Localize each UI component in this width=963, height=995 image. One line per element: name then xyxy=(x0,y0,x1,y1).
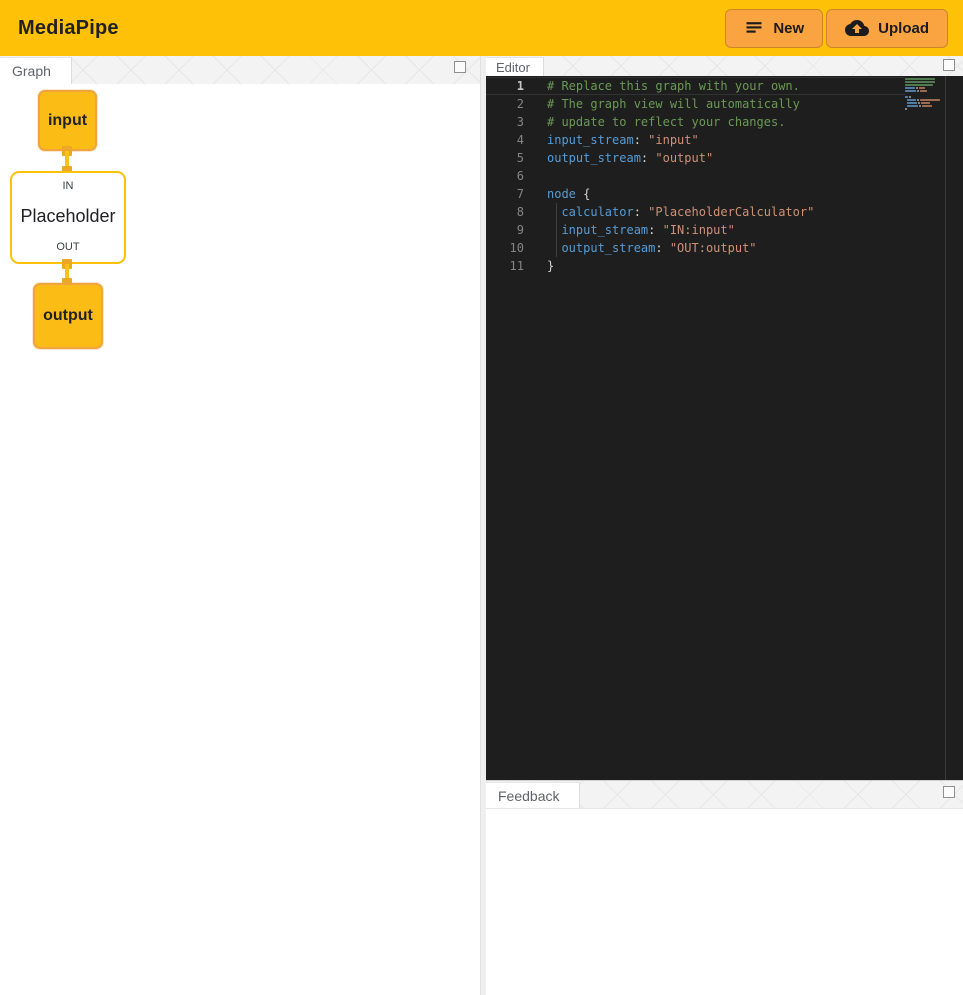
header-actions: New Upload xyxy=(725,9,948,48)
line-number: 6 xyxy=(486,167,524,185)
minimap-row xyxy=(905,96,943,98)
code-line[interactable]: 4input_stream: "input" xyxy=(486,131,905,149)
code-line[interactable]: 2# The graph view will automatically xyxy=(486,95,905,113)
graph-node-placeholder[interactable]: IN Placeholder OUT xyxy=(10,171,126,264)
line-number: 11 xyxy=(486,257,524,275)
graph-expand-icon[interactable] xyxy=(454,61,466,73)
graph-node-input-label: input xyxy=(48,112,87,130)
code-text: calculator: "PlaceholderCalculator" xyxy=(524,203,814,221)
line-number: 4 xyxy=(486,131,524,149)
upload-button[interactable]: Upload xyxy=(826,9,948,48)
line-number: 9 xyxy=(486,221,524,239)
editor-expand-icon[interactable] xyxy=(943,59,955,71)
minimap-row xyxy=(905,90,943,92)
new-document-lines-icon xyxy=(744,18,764,38)
graph-node-output-label: output xyxy=(43,307,93,325)
code-text: node { xyxy=(524,185,590,203)
app-header: MediaPipe New Upload xyxy=(0,0,963,56)
minimap-row xyxy=(905,102,943,104)
indent-guide xyxy=(556,203,557,221)
code-text: # Replace this graph with your own. xyxy=(524,77,800,95)
code-line[interactable]: 8 calculator: "PlaceholderCalculator" xyxy=(486,203,905,221)
line-number: 7 xyxy=(486,185,524,203)
editor-panel: Editor 1# Replace this graph with your o… xyxy=(486,56,963,780)
new-button-label: New xyxy=(773,20,804,37)
code-text: } xyxy=(524,257,554,275)
graph-tabbar: Graph xyxy=(0,56,480,84)
editor-minimap[interactable] xyxy=(905,78,943,111)
new-button[interactable]: New xyxy=(725,9,823,48)
line-number: 5 xyxy=(486,149,524,167)
graph-panel: Graph input IN Placeholder OUT output xyxy=(0,56,481,995)
workspace: Graph input IN Placeholder OUT output xyxy=(0,56,963,995)
node-calculator-name: Placeholder xyxy=(20,206,115,227)
minimap-row xyxy=(905,93,943,95)
code-line[interactable]: 5output_stream: "output" xyxy=(486,149,905,167)
cloud-upload-icon xyxy=(845,16,869,40)
tab-editor[interactable]: Editor xyxy=(486,57,544,76)
code-line[interactable]: 10 output_stream: "OUT:output" xyxy=(486,239,905,257)
code-text: output_stream: "OUT:output" xyxy=(524,239,757,257)
minimap-row xyxy=(905,81,943,83)
tab-feedback[interactable]: Feedback xyxy=(486,782,580,808)
minimap-row xyxy=(905,84,943,86)
line-number: 3 xyxy=(486,113,524,131)
indent-guide xyxy=(556,239,557,257)
tab-graph[interactable]: Graph xyxy=(0,57,72,84)
code-line[interactable]: 9 input_stream: "IN:input" xyxy=(486,221,905,239)
graph-node-input[interactable]: input xyxy=(38,90,97,151)
feedback-tabbar: Feedback xyxy=(486,780,963,808)
feedback-content xyxy=(486,808,963,995)
code-line[interactable]: 11} xyxy=(486,257,905,275)
feedback-panel: Feedback xyxy=(486,780,963,995)
graph-node-output[interactable]: output xyxy=(33,283,103,349)
code-line[interactable]: 6 xyxy=(486,167,905,185)
app-title: MediaPipe xyxy=(18,17,119,40)
upload-button-label: Upload xyxy=(878,20,929,37)
code-line[interactable]: 3# update to reflect your changes. xyxy=(486,113,905,131)
minimap-row xyxy=(905,105,943,107)
right-column: Editor 1# Replace this graph with your o… xyxy=(486,56,963,995)
code-line[interactable]: 1# Replace this graph with your own. xyxy=(486,77,905,95)
minimap-row xyxy=(905,108,943,110)
line-number: 8 xyxy=(486,203,524,221)
graph-canvas[interactable]: input IN Placeholder OUT output xyxy=(0,84,480,995)
indent-guide xyxy=(556,221,557,239)
editor-tabbar: Editor xyxy=(486,56,963,76)
line-number: 1 xyxy=(486,77,524,95)
minimap-row xyxy=(905,78,943,80)
minimap-row xyxy=(905,87,943,89)
overview-ruler-border xyxy=(945,76,946,780)
code-text: output_stream: "output" xyxy=(524,149,713,167)
node-in-port: IN xyxy=(63,180,74,192)
code-line[interactable]: 7node { xyxy=(486,185,905,203)
code-editor[interactable]: 1# Replace this graph with your own.2# T… xyxy=(486,76,963,780)
node-out-port: OUT xyxy=(56,241,79,253)
line-number: 10 xyxy=(486,239,524,257)
code-lines: 1# Replace this graph with your own.2# T… xyxy=(486,77,905,275)
feedback-expand-icon[interactable] xyxy=(943,786,955,798)
code-text: input_stream: "input" xyxy=(524,131,699,149)
minimap-row xyxy=(905,99,943,101)
code-text: # The graph view will automatically xyxy=(524,95,800,113)
code-text: # update to reflect your changes. xyxy=(524,113,785,131)
line-number: 2 xyxy=(486,95,524,113)
